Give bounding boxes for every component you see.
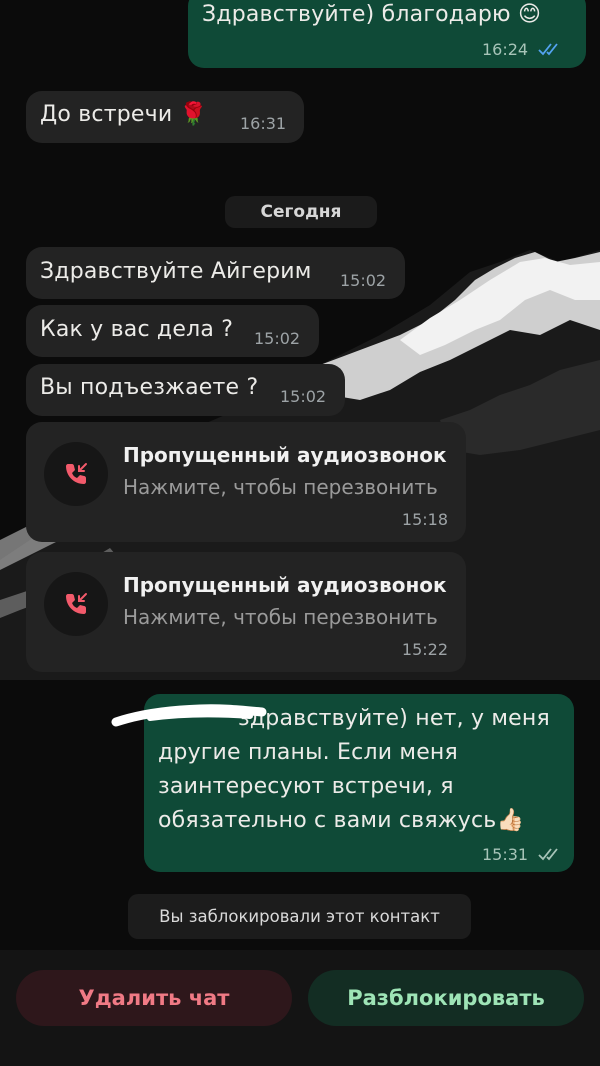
missed-call-icon	[44, 572, 108, 636]
message-text: Вы подъезжаете ?	[40, 375, 259, 400]
blocked-contact-notice: Вы заблокировали этот контакт	[128, 894, 471, 939]
missed-call-card[interactable]: Пропущенный аудиозвонок Нажмите, чтобы п…	[26, 422, 466, 542]
message-line: обязательно с вами свяжусь👍🏻	[158, 808, 525, 833]
message-text: До встречи 🌹	[40, 102, 208, 127]
message-time: 16:24	[482, 40, 529, 59]
message-bubble-incoming[interactable]: До встречи 🌹 16:31	[26, 91, 304, 143]
message-time: 15:02	[280, 387, 327, 406]
message-time: 16:31	[240, 114, 287, 133]
message-time: 15:02	[254, 329, 301, 348]
call-time: 15:18	[401, 510, 448, 529]
missed-call-card[interactable]: Пропущенный аудиозвонок Нажмите, чтобы п…	[26, 552, 466, 672]
unblock-button[interactable]: Разблокировать	[308, 970, 584, 1026]
message-bubble-incoming[interactable]: Здравствуйте Айгерим 15:02	[26, 247, 405, 299]
delivered-receipt-icon	[538, 848, 558, 861]
message-line: другие планы. Если меня	[158, 740, 458, 765]
message-text: Здравствуйте Айгерим	[40, 259, 312, 284]
delete-chat-button[interactable]: Удалить чат	[16, 970, 292, 1026]
redaction-scribble	[111, 704, 267, 727]
message-text: Как у вас дела ?	[40, 317, 234, 342]
message-bubble-incoming[interactable]: Вы подъезжаете ? 15:02	[26, 364, 345, 416]
date-separator: Сегодня	[225, 196, 377, 228]
missed-call-icon	[44, 442, 108, 506]
read-receipt-icon	[538, 43, 558, 56]
message-time: 15:31	[482, 845, 529, 864]
call-subtitle: Нажмите, чтобы перезвонить	[123, 475, 438, 499]
call-title: Пропущенный аудиозвонок	[123, 443, 447, 467]
call-title: Пропущенный аудиозвонок	[123, 573, 447, 597]
call-time: 15:22	[401, 640, 448, 659]
message-line: заинтересуют встречи, я	[158, 774, 454, 799]
message-bubble-outgoing[interactable]: Здравствуйте) благодарю 😊 16:24	[188, 0, 586, 68]
message-text: Здравствуйте) благодарю 😊	[202, 2, 542, 27]
message-bubble-incoming[interactable]: Как у вас дела ? 15:02	[26, 305, 319, 357]
message-line: здравствуйте) нет, у меня	[238, 706, 550, 731]
message-time: 15:02	[340, 271, 387, 290]
call-subtitle: Нажмите, чтобы перезвонить	[123, 605, 438, 629]
